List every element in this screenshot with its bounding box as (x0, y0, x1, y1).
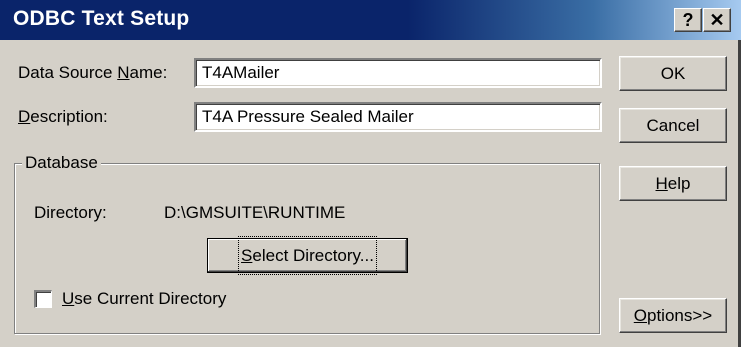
use-current-directory-checkbox[interactable] (34, 290, 52, 308)
directory-label: Directory: (34, 203, 107, 222)
use-current-directory-label[interactable]: Use Current Directory (62, 289, 226, 309)
close-button[interactable]: ✕ (703, 8, 731, 32)
select-directory-button[interactable]: Select Directory... (207, 236, 408, 275)
accelerator-key: H (655, 174, 668, 193)
label-text: se Current Directory (74, 289, 227, 308)
accelerator-key: O (633, 306, 647, 325)
accelerator-key: N (117, 63, 130, 82)
label-text: ame: (129, 63, 168, 82)
accelerator-key: S (241, 246, 253, 265)
data-source-name-field[interactable]: T4AMailer (194, 58, 602, 88)
cancel-button[interactable]: Cancel (619, 108, 727, 143)
label-text: elp (667, 174, 691, 193)
label-text: escription: (30, 107, 108, 126)
description-field[interactable]: T4A Pressure Sealed Mailer (194, 102, 602, 132)
description-label: Description: (18, 107, 108, 127)
label-text: elect Directory... (252, 246, 374, 265)
database-group-label: Database (22, 153, 101, 173)
button-label: Select Directory... (238, 236, 377, 275)
help-button[interactable]: Help (619, 166, 727, 201)
button-label: Help (656, 167, 691, 200)
window-title: ODBC Text Setup (13, 7, 190, 30)
button-label: Cancel (646, 116, 700, 135)
options-button[interactable]: Options>> (619, 298, 727, 333)
accelerator-key: D (18, 107, 31, 126)
odbc-text-setup-dialog: ODBC Text Setup ? ✕ Data Source Name: T4… (0, 0, 741, 347)
label-text: Data Source (18, 63, 118, 82)
data-source-name-label: Data Source Name: (18, 63, 167, 83)
directory-value: D:\GMSUITE\RUNTIME (164, 203, 346, 222)
label-text: ptions>> (647, 306, 713, 325)
ok-button[interactable]: OK (619, 56, 727, 91)
title-bar[interactable]: ODBC Text Setup ? ✕ (0, 0, 741, 40)
accelerator-key: U (62, 289, 75, 308)
button-label: OK (660, 64, 686, 83)
help-question-button[interactable]: ? (674, 8, 702, 32)
button-label: Options>> (634, 299, 712, 332)
